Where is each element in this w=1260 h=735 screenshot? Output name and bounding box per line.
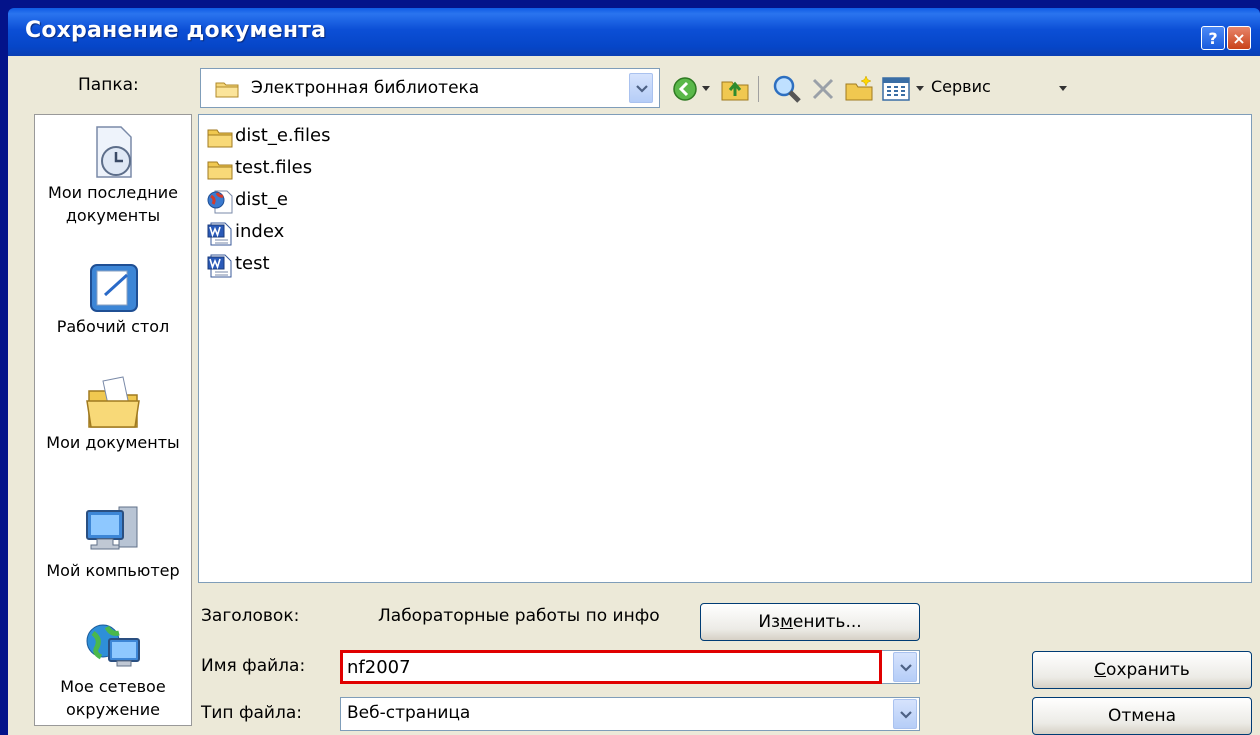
file-name: test.files xyxy=(235,157,313,178)
save-button-text: охранить xyxy=(1106,660,1190,680)
word-document-icon xyxy=(207,254,232,278)
change-button-text: енить... xyxy=(792,612,862,632)
filename-dropdown-button[interactable] xyxy=(893,652,917,682)
save-button[interactable]: Сохранить xyxy=(1032,651,1252,689)
delete-icon[interactable] xyxy=(810,76,836,102)
place-network[interactable]: Мое сетевое окружение xyxy=(35,619,191,721)
save-dialog: Сохранение документа ? × Папка: Электрон… xyxy=(8,8,1260,735)
save-button-mnemonic: С xyxy=(1094,660,1107,680)
view-icon[interactable] xyxy=(882,76,910,102)
search-web-icon[interactable] xyxy=(772,74,802,104)
place-recent-documents[interactable]: Мои последние документы xyxy=(35,125,191,227)
file-name: dist_e.files xyxy=(235,125,331,146)
place-my-documents[interactable]: Мои документы xyxy=(35,375,191,454)
place-label: Мое сетевое окружение xyxy=(60,677,166,719)
my-computer-icon xyxy=(86,506,138,550)
file-name: test xyxy=(235,253,270,274)
web-document-icon xyxy=(207,190,233,214)
service-dropdown-icon[interactable] xyxy=(1059,86,1067,92)
filetype-dropdown-button[interactable] xyxy=(893,699,917,729)
folder-icon xyxy=(215,82,239,98)
help-button[interactable]: ? xyxy=(1201,26,1225,50)
place-label: Рабочий стол xyxy=(56,317,170,336)
toolbar-separator xyxy=(758,76,759,102)
document-title-value: Лабораторные работы по инфо xyxy=(378,606,660,626)
change-button-text: Из xyxy=(758,612,781,632)
folder-label: Папка: xyxy=(78,75,139,95)
change-button-mnemonic: м xyxy=(780,612,793,632)
cancel-button[interactable]: Отмена xyxy=(1032,697,1252,735)
folder-select[interactable]: Электронная библиотека xyxy=(200,68,660,108)
word-document-icon xyxy=(207,222,232,246)
back-dropdown-icon[interactable] xyxy=(702,86,710,92)
file-name: index xyxy=(235,221,285,242)
chevron-down-icon xyxy=(900,664,912,672)
filetype-value: Веб-страница xyxy=(347,703,471,723)
place-label: Мой компьютер xyxy=(46,561,180,580)
title-label: Заголовок: xyxy=(201,606,300,626)
dialog-body: Папка: Электронная библиотека Сервис Мои… xyxy=(8,56,1260,735)
service-menu[interactable]: Сервис xyxy=(931,77,991,96)
folder-current: Электронная библиотека xyxy=(251,78,480,98)
desktop-icon xyxy=(90,264,138,312)
place-label: Мои последние документы xyxy=(48,183,178,225)
title-bar[interactable]: Сохранение документа ? × xyxy=(8,8,1260,56)
place-desktop[interactable]: Рабочий стол xyxy=(35,261,191,338)
my-documents-icon xyxy=(86,376,140,428)
filename-highlight xyxy=(340,650,882,684)
folder-icon xyxy=(207,161,233,180)
places-bar: Мои последние документы Рабочий стол Мои… xyxy=(34,114,192,726)
place-my-computer[interactable]: Мой компьютер xyxy=(35,503,191,582)
place-label: Мои документы xyxy=(46,433,180,452)
change-title-button[interactable]: Изменить... xyxy=(700,603,920,641)
file-name: dist_e xyxy=(235,189,288,210)
folder-dropdown-button[interactable] xyxy=(629,73,653,103)
dialog-title: Сохранение документа xyxy=(25,18,327,43)
back-icon[interactable] xyxy=(672,76,698,102)
file-list[interactable]: dist_e.files test.files dist_e index tes… xyxy=(198,114,1252,583)
up-folder-icon[interactable] xyxy=(720,74,750,102)
filetype-select[interactable]: Веб-страница xyxy=(340,697,920,731)
view-dropdown-icon[interactable] xyxy=(916,86,924,92)
filename-label: Имя файла: xyxy=(201,656,306,676)
recent-documents-icon xyxy=(96,126,132,178)
network-places-icon xyxy=(86,624,140,667)
chevron-down-icon xyxy=(636,85,648,93)
filetype-label: Тип файла: xyxy=(201,703,302,723)
close-button[interactable]: × xyxy=(1227,26,1251,50)
folder-icon xyxy=(207,129,233,148)
new-folder-icon[interactable] xyxy=(844,74,874,102)
chevron-down-icon xyxy=(900,711,912,719)
